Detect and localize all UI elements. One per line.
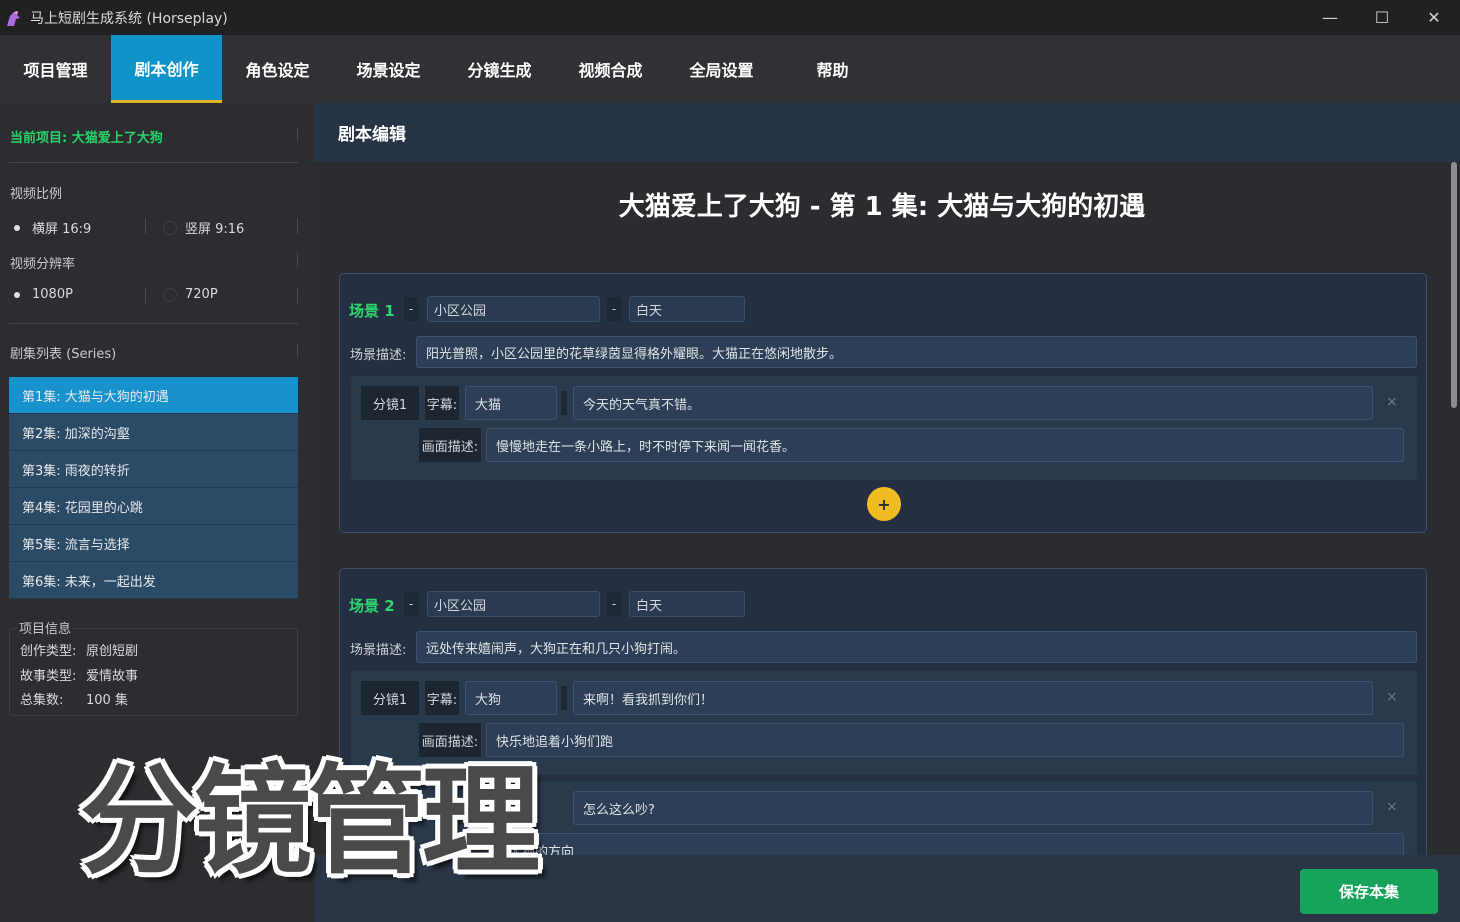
separator: - [607, 297, 621, 321]
time-field[interactable]: 白天 [629, 296, 745, 322]
ratio-option-label: 竖屏 9:16 [185, 222, 245, 237]
tab-video-composition[interactable]: 视频合成 [555, 35, 666, 103]
horse-app-icon [7, 10, 20, 26]
scene-desc-label: 场景描述: [350, 643, 407, 658]
scene-label: 场景 1 [349, 302, 395, 320]
save-episode-button[interactable]: 保存本集 [1300, 869, 1438, 914]
info-value: 爱情故事 [86, 669, 139, 684]
line-input[interactable]: 怎么这么吵? [573, 791, 1373, 825]
scene-desc-label: 场景描述: [350, 348, 407, 363]
info-key: 故事类型: [20, 669, 77, 684]
radio-checked-icon [10, 221, 24, 235]
info-row: 总集数: 100 集 [20, 689, 128, 708]
close-button[interactable]: ✕ [1408, 0, 1460, 35]
current-project: 当前项目: 大猫爱上了大狗 [10, 131, 163, 146]
window-title: 马上短剧生成系统 (Horseplay) [30, 10, 228, 27]
ratio-radio-landscape[interactable]: 横屏 16:9 [10, 218, 91, 237]
ratio-option-label: 横屏 16:9 [32, 222, 92, 237]
divider [297, 127, 298, 141]
divider [9, 323, 298, 324]
resolution-radio-720p[interactable]: 720P [163, 287, 218, 302]
subtitle-label: 字幕: [425, 386, 459, 420]
radio-unchecked-icon [163, 220, 177, 235]
info-key: 创作类型: [20, 644, 77, 659]
episode-item[interactable]: 第6集: 未来，一起出发 [9, 562, 298, 599]
tab-project-management[interactable]: 项目管理 [0, 35, 111, 103]
info-key: 总集数: [20, 693, 64, 708]
episode-item[interactable]: 第3集: 雨夜的转折 [9, 451, 298, 488]
tab-help[interactable]: 帮助 [777, 35, 888, 103]
episode-list: 第1集: 大猫与大狗的初遇 第2集: 加深的沟壑 第3集: 雨夜的转折 第4集:… [9, 377, 298, 599]
info-value: 原创短剧 [86, 644, 139, 659]
separator: - [404, 297, 418, 321]
divider [297, 287, 298, 303]
location-field[interactable]: 小区公园 [427, 591, 600, 617]
shot-card: 分镜1 字幕: 大猫 今天的天气真不错。 × 画面描述: 慢慢地走在一条小路上，… [351, 376, 1417, 480]
picture-input[interactable]: 向大狗的方向 [486, 833, 1404, 855]
resolution-option-label: 720P [185, 287, 218, 302]
delete-shot-icon[interactable]: × [1386, 799, 1398, 815]
resolution-radio-1080p[interactable]: 1080P [10, 287, 73, 302]
info-value: 100 集 [86, 693, 128, 708]
time-field[interactable]: 白天 [629, 591, 745, 617]
resolution-label: 视频分辨率 [10, 257, 76, 272]
minimize-button[interactable]: — [1304, 0, 1356, 35]
divider [9, 162, 298, 163]
ratio-radio-portrait[interactable]: 竖屏 9:16 [163, 218, 244, 237]
picture-input[interactable]: 快乐地追着小狗们跑 [486, 723, 1404, 757]
tab-script-writing[interactable]: 剧本创作 [111, 35, 222, 103]
line-input[interactable]: 来啊！看我抓到你们！ [573, 681, 1373, 715]
separator [561, 686, 567, 710]
line-input[interactable]: 今天的天气真不错。 [573, 386, 1373, 420]
vertical-scrollbar[interactable] [1450, 162, 1458, 855]
delete-shot-icon[interactable]: × [1386, 689, 1398, 705]
panel-header: 剧本编辑 [314, 103, 1460, 162]
episode-item[interactable]: 第2集: 加深的沟壑 [9, 414, 298, 451]
episode-title: 大猫爱上了大狗 - 第 1 集: 大猫与大狗的初遇 [618, 192, 1146, 222]
scene-desc-input[interactable]: 阳光普照，小区公园里的花草绿茵显得格外耀眼。大猫正在悠闲地散步。 [416, 336, 1417, 368]
divider [297, 253, 298, 267]
divider [145, 218, 146, 234]
title-bar: 马上短剧生成系统 (Horseplay) — ☐ ✕ [0, 0, 1460, 35]
menu-bar: 项目管理 剧本创作 角色设定 场景设定 分镜生成 视频合成 全局设置 帮助 [0, 35, 1460, 103]
resolution-option-label: 1080P [32, 287, 73, 302]
scrollbar-thumb[interactable] [1451, 162, 1457, 408]
divider [297, 218, 298, 234]
tab-character-settings[interactable]: 角色设定 [222, 35, 333, 103]
divider [145, 287, 146, 303]
shot-tag: 分镜1 [361, 386, 419, 420]
maximize-button[interactable]: ☐ [1356, 0, 1408, 35]
radio-checked-icon [10, 288, 24, 302]
caption-overlay: 分镜管理 [80, 752, 540, 890]
shot-tag: 分镜1 [361, 681, 419, 715]
speaker-input[interactable]: 大猫 [465, 386, 557, 420]
separator: - [404, 592, 418, 616]
tab-global-settings[interactable]: 全局设置 [666, 35, 777, 103]
info-row: 创作类型: 原创短剧 [20, 640, 138, 659]
separator: - [607, 592, 621, 616]
scene-desc-input[interactable]: 远处传来嬉闹声，大狗正在和几只小狗打闹。 [416, 631, 1417, 663]
subtitle-label: 字幕: [425, 681, 459, 715]
picture-label: 画面描述: [419, 428, 481, 462]
tab-storyboard-generation[interactable]: 分镜生成 [444, 35, 555, 103]
picture-input[interactable]: 慢慢地走在一条小路上，时不时停下来闻一闻花香。 [486, 428, 1404, 462]
separator [561, 391, 567, 415]
info-row: 故事类型: 爱情故事 [20, 665, 138, 684]
location-field[interactable]: 小区公园 [427, 296, 600, 322]
scene-card: 场景 1 - 小区公园 - 白天 场景描述: 阳光普照，小区公园里的花草绿茵显得… [339, 273, 1427, 533]
delete-shot-icon[interactable]: × [1386, 394, 1398, 410]
add-shot-button[interactable]: + [867, 487, 901, 521]
episode-item[interactable]: 第5集: 流言与选择 [9, 525, 298, 562]
episode-item[interactable]: 第1集: 大猫与大狗的初遇 [9, 377, 298, 414]
speaker-input[interactable]: 大狗 [465, 681, 557, 715]
divider [297, 343, 298, 357]
project-info-title: 项目信息 [17, 618, 74, 637]
episode-item[interactable]: 第4集: 花园里的心跳 [9, 488, 298, 525]
ratio-label: 视频比例 [10, 187, 63, 202]
series-label: 剧集列表 (Series) [10, 347, 117, 362]
tab-scene-settings[interactable]: 场景设定 [333, 35, 444, 103]
scene-label: 场景 2 [349, 597, 395, 615]
radio-unchecked-icon [163, 287, 177, 302]
